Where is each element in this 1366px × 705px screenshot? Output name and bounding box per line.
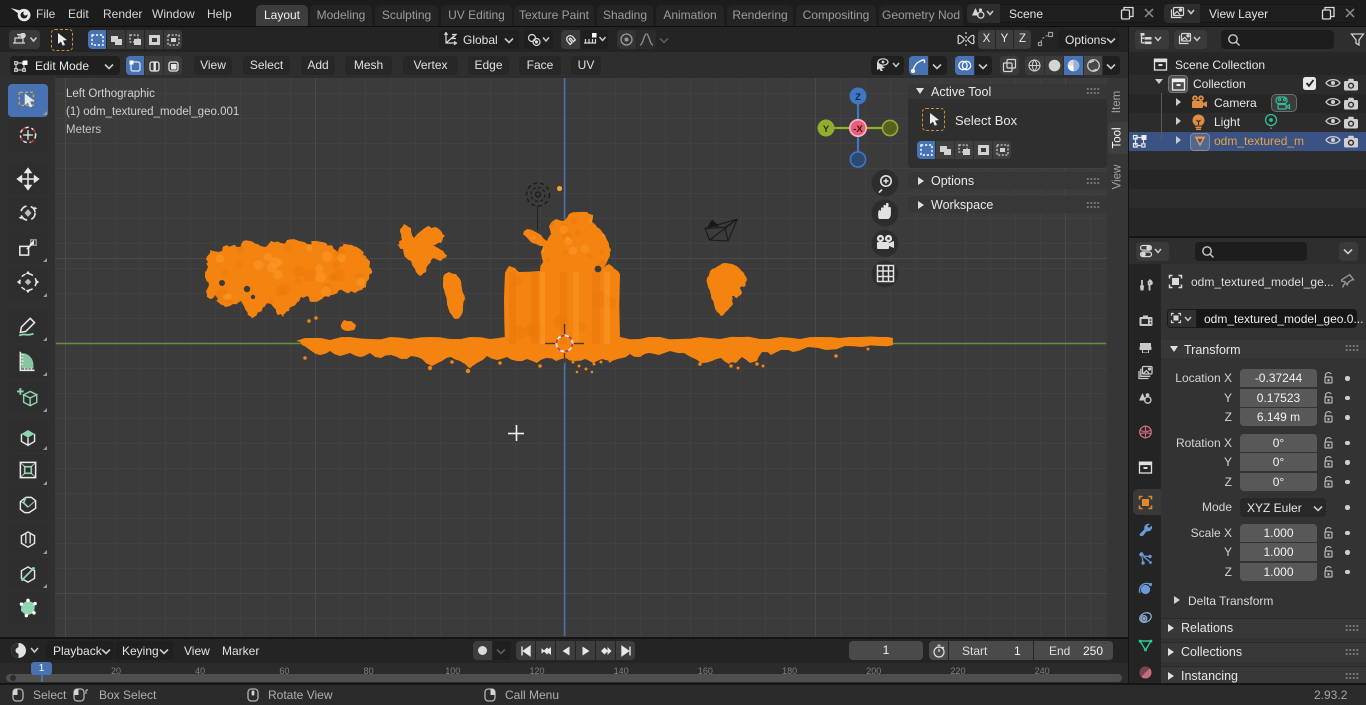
svg-text:(1) odm_textured_model_geo.001: (1) odm_textured_model_geo.001	[66, 106, 239, 118]
svg-text:Left Orthographic: Left Orthographic	[66, 88, 155, 100]
svg-text:-X: -X	[853, 124, 863, 135]
svg-text:Y: Y	[823, 124, 830, 135]
svg-text:Meters: Meters	[66, 124, 101, 136]
svg-text:Z: Z	[855, 92, 861, 103]
